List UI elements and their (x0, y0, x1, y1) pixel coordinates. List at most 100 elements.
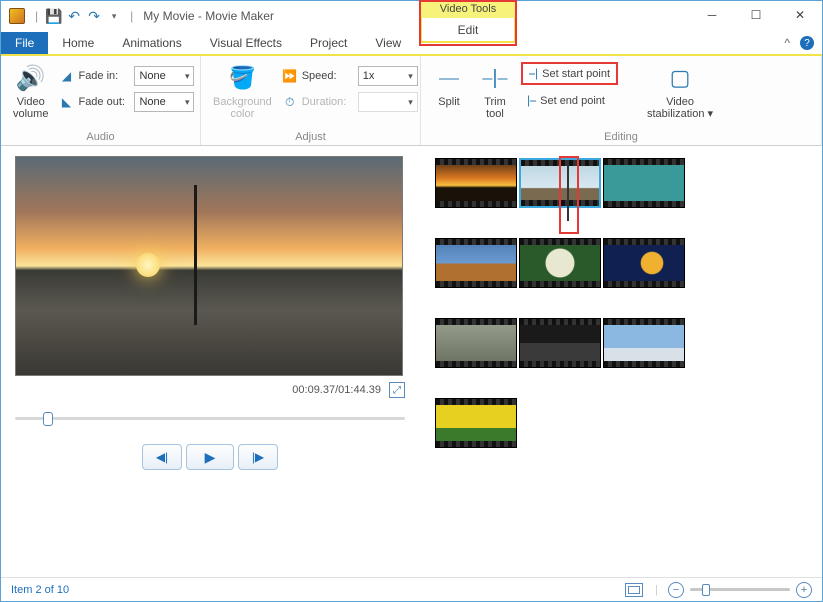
contextual-tab-header: Video Tools (421, 1, 515, 18)
clip-thumbnail[interactable] (519, 238, 601, 288)
clip-thumbnail[interactable] (603, 238, 685, 288)
prev-frame-button[interactable]: ◀| (142, 444, 182, 470)
help-icon[interactable]: ? (800, 36, 814, 50)
chevron-down-icon: ▾ (408, 97, 413, 108)
tab-animations[interactable]: Animations (108, 32, 195, 54)
trim-tool-button[interactable]: ⎯|⎯ Trim tool (475, 60, 515, 122)
split-label: Split (438, 96, 459, 108)
tab-project[interactable]: Project (296, 32, 361, 54)
seek-bar[interactable] (15, 408, 405, 428)
speed-combo[interactable]: 1x ▾ (358, 66, 418, 86)
timeline-row (435, 398, 806, 448)
thumbnail-view-icon[interactable] (625, 583, 643, 597)
clip-thumbnail[interactable] (603, 158, 685, 208)
fade-out-row: ◣ Fade out: None▾ (58, 92, 194, 112)
chevron-down-icon: ▾ (408, 71, 413, 82)
ribbon-tabs: File Home Animations Visual Effects Proj… (1, 31, 822, 56)
video-stabilization-button[interactable]: ▢ Video stabilization ▾ (643, 60, 717, 122)
ribbon-group-audio: 🔊 Video volume ◢ Fade in: None▾ ◣ Fade o… (1, 56, 201, 145)
background-color-button: 🪣 Background color (209, 60, 276, 122)
status-bar: Item 2 of 10 | − + (1, 577, 822, 601)
timeline-row (435, 318, 806, 368)
preview-pane: 00:09.37/01:44.39 ⤢ ◀| ▶ |▶ (1, 146, 419, 578)
ribbon-group-editing: ⎯⎯ Split ⎯|⎯ Trim tool ⎯| Set start poin… (421, 56, 822, 145)
clip-thumbnail[interactable] (603, 318, 685, 368)
stabilization-label: Video stabilization ▾ (647, 96, 713, 120)
group-label-adjust: Adjust (209, 129, 412, 143)
video-volume-label: Video volume (13, 96, 48, 120)
duration-icon: ⏱ (282, 94, 298, 110)
redo-icon[interactable]: ↷ (86, 8, 102, 24)
preview-monitor[interactable] (15, 156, 403, 376)
fade-in-icon: ◢ (58, 68, 74, 84)
set-end-point-button[interactable]: |⎯ Set end point (521, 91, 618, 110)
tab-file[interactable]: File (1, 32, 48, 54)
tab-home[interactable]: Home (48, 32, 108, 54)
fade-in-combo[interactable]: None▾ (134, 66, 194, 86)
trim-icon: ⎯|⎯ (479, 62, 511, 94)
set-start-point-button[interactable]: ⎯| Set start point (521, 62, 618, 85)
separator: | (655, 584, 658, 596)
contextual-tab-group: Video Tools Edit (421, 1, 515, 43)
paint-bucket-icon: 🪣 (226, 62, 258, 94)
play-button[interactable]: ▶ (186, 444, 234, 470)
qat-separator: | (130, 9, 133, 23)
start-point-icon: ⎯| (529, 66, 538, 81)
seek-thumb[interactable] (43, 412, 53, 426)
tab-view[interactable]: View (361, 32, 415, 54)
chevron-down-icon: ▾ (185, 97, 190, 108)
fade-out-value: None (139, 96, 165, 108)
fade-out-combo[interactable]: None ▾ (134, 92, 194, 112)
time-display: 00:09.37/01:44.39 (292, 384, 381, 396)
clip-thumbnail[interactable] (435, 398, 517, 448)
split-icon: ⎯⎯ (433, 62, 465, 94)
ribbon: 🔊 Video volume ◢ Fade in: None▾ ◣ Fade o… (1, 56, 822, 146)
zoom-out-button[interactable]: − (668, 582, 684, 598)
fullscreen-icon[interactable]: ⤢ (389, 382, 405, 398)
fade-in-value: None (139, 70, 165, 82)
bg-color-label: Background color (213, 96, 272, 120)
clip-thumbnail-selected[interactable] (519, 158, 601, 208)
tab-visual-effects[interactable]: Visual Effects (196, 32, 296, 54)
fade-out-icon: ◣ (58, 94, 74, 110)
qat-separator: | (35, 9, 38, 23)
qat-dropdown-icon[interactable]: ▾ (106, 8, 122, 24)
group-label-editing: Editing (429, 129, 813, 143)
collapse-ribbon-icon[interactable]: ^ (784, 36, 790, 50)
timeline-row (435, 238, 806, 288)
speed-value: 1x (363, 70, 375, 82)
zoom-slider[interactable] (690, 588, 790, 591)
speaker-icon: 🔊 (15, 62, 47, 94)
app-icon (9, 8, 25, 24)
timeline-pane[interactable] (419, 146, 822, 578)
zoom-in-button[interactable]: + (796, 582, 812, 598)
split-button[interactable]: ⎯⎯ Split (429, 60, 469, 122)
clip-thumbnail[interactable] (435, 238, 517, 288)
duration-label: Duration: (302, 96, 354, 108)
timeline-row (435, 158, 806, 208)
close-button[interactable]: ✕ (778, 1, 822, 29)
window-title: My Movie - Movie Maker (143, 9, 274, 23)
speed-row: ⏩ Speed: 1x▾ (282, 66, 418, 86)
status-item-text: Item 2 of 10 (11, 584, 69, 596)
video-volume-button[interactable]: 🔊 Video volume (9, 60, 52, 122)
clip-thumbnail[interactable] (435, 318, 517, 368)
save-icon[interactable]: 💾 (46, 8, 62, 24)
speed-label: Speed: (302, 70, 354, 82)
fade-in-label: Fade in: (78, 70, 130, 82)
title-bar: | 💾 ↶ ↷ ▾ | My Movie - Movie Maker Video… (1, 1, 822, 31)
maximize-button[interactable]: ☐ (734, 1, 778, 29)
ribbon-group-adjust: 🪣 Background color ⏩ Speed: 1x▾ ⏱ Durati… (201, 56, 421, 145)
fade-in-row: ◢ Fade in: None▾ (58, 66, 194, 86)
zoom-thumb[interactable] (702, 584, 710, 596)
tab-edit[interactable]: Edit (421, 18, 515, 43)
clip-thumbnail[interactable] (435, 158, 517, 208)
clip-thumbnail[interactable] (519, 318, 601, 368)
minimize-button[interactable]: ─ (690, 1, 734, 29)
content-area: 00:09.37/01:44.39 ⤢ ◀| ▶ |▶ (1, 146, 822, 578)
duration-combo: ▾ (358, 92, 418, 112)
undo-icon[interactable]: ↶ (66, 8, 82, 24)
next-frame-button[interactable]: |▶ (238, 444, 278, 470)
zoom-control: − + (668, 582, 812, 598)
quick-access-toolbar: | 💾 ↶ ↷ ▾ | (31, 8, 137, 24)
